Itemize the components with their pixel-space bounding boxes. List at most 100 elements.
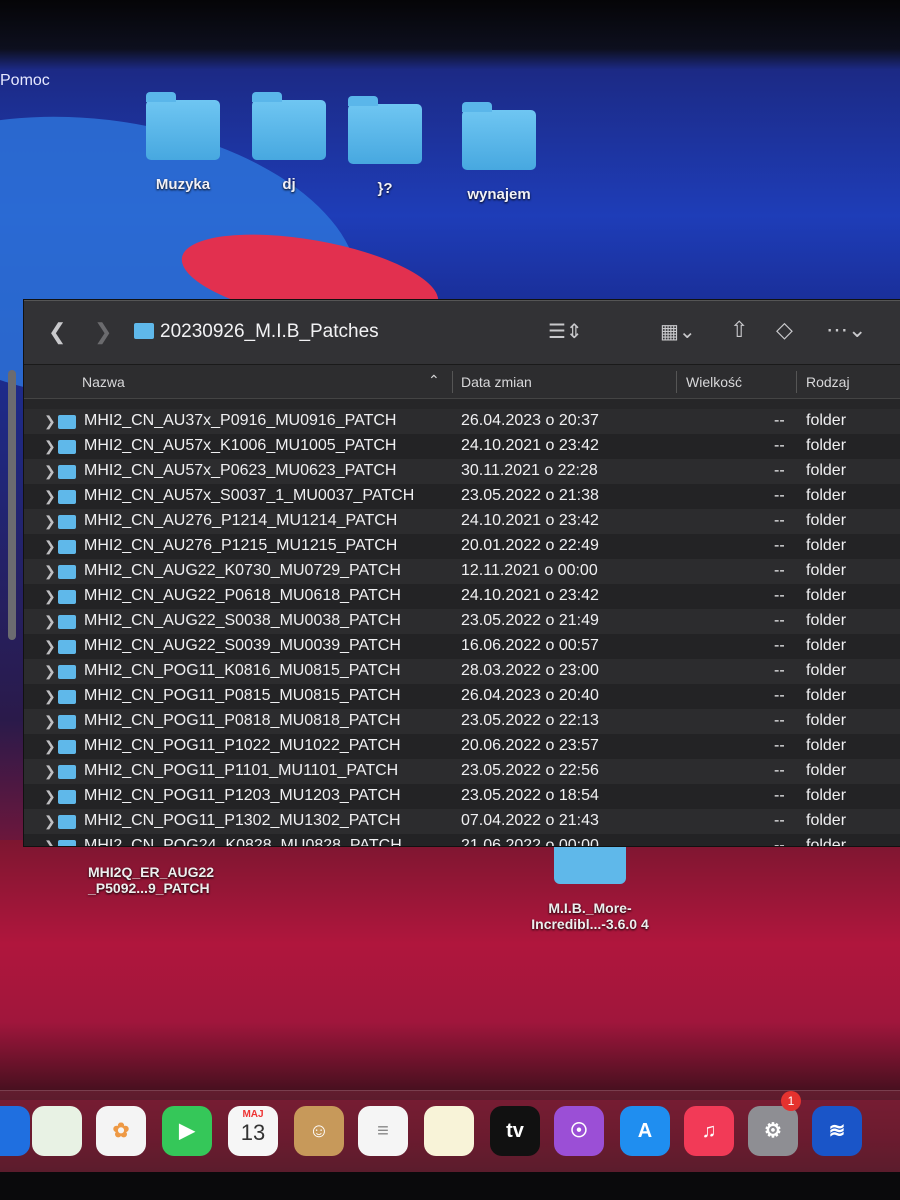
calendar-day: 13	[240, 1120, 266, 1145]
disclosure-chevron-icon[interactable]: ❯	[44, 463, 56, 480]
finder-app-icon[interactable]	[0, 1106, 30, 1156]
row-name: MHI2_CN_POG11_P1302_MU1302_PATCH	[84, 812, 401, 829]
back-icon[interactable]: ❮	[48, 319, 66, 345]
table-row[interactable]: ❯ MHI2_CN_POG11_P1022_MU1022_PATCH 20.06.2…	[24, 734, 900, 759]
desktop-folder-label: dj	[282, 176, 296, 193]
table-row[interactable]: ❯ MHI2_CN_AU276_P1214_MU1214_PATCH 24.10.2…	[24, 509, 900, 534]
folder-icon	[58, 615, 76, 629]
table-row[interactable]: ❯ MHI2_CN_AUG22_S0039_MU0039_PATCH 16.06.2…	[24, 634, 900, 659]
desktop-folder-muzyka[interactable]: Muzyka	[128, 92, 238, 193]
folder-icon	[58, 665, 76, 679]
column-divider[interactable]	[676, 371, 677, 393]
maps-app-icon[interactable]	[32, 1106, 82, 1156]
table-row[interactable]: ❯ MHI2_CN_POG11_P0818_MU0818_PATCH 23.05.2…	[24, 709, 900, 734]
music-app-icon[interactable]: ♫	[684, 1106, 734, 1156]
notes-app-icon[interactable]	[424, 1106, 474, 1156]
column-date[interactable]: Data zmian	[461, 374, 532, 390]
disclosure-chevron-icon[interactable]: ❯	[44, 763, 56, 780]
column-size[interactable]: Wielkość	[686, 374, 742, 390]
disclosure-chevron-icon[interactable]: ❯	[44, 838, 56, 846]
row-size: --	[774, 562, 785, 579]
column-header: Nazwa ⌃ Data zmian Wielkość Rodzaj	[24, 365, 900, 399]
contacts-app-icon[interactable]: ☺	[294, 1106, 344, 1156]
column-kind[interactable]: Rodzaj	[806, 374, 850, 390]
disclosure-chevron-icon[interactable]: ❯	[44, 788, 56, 805]
table-row[interactable]: ❯ MHI2_CN_POG11_P1203_MU1203_PATCH 23.05.2…	[24, 784, 900, 809]
sort-ascending-icon: ⌃	[428, 372, 440, 388]
tag-icon[interactable]: ◇	[776, 317, 793, 343]
podcasts-app-icon[interactable]: ☉	[554, 1106, 604, 1156]
folder-icon	[58, 740, 76, 754]
row-date: 12.11.2021 o 00:00	[461, 562, 598, 579]
desktop-folder-dj[interactable]: dj	[234, 92, 344, 193]
desktop-folder-unnamed[interactable]: }?	[330, 96, 440, 197]
table-row[interactable]: ❯ MHI2_CN_AU37x_P0916_MU0916_PATCH 26.04.2…	[24, 409, 900, 434]
folder-icon	[58, 415, 76, 429]
table-row[interactable]: ❯ MHI2_CN_AU57x_K1006_MU1005_PATCH 24.10.2…	[24, 434, 900, 459]
group-icon[interactable]: ▦⌄	[660, 319, 696, 344]
folder-icon	[58, 515, 76, 529]
disclosure-chevron-icon[interactable]: ❯	[44, 513, 56, 530]
share-icon[interactable]: ⇧	[730, 317, 748, 343]
row-kind: folder	[806, 687, 847, 704]
table-row[interactable]: ❯ MHI2_CN_POG11_P1101_MU1101_PATCH 23.05.2…	[24, 759, 900, 784]
system-settings-icon[interactable]: ⚙	[748, 1106, 798, 1156]
disclosure-chevron-icon[interactable]: ❯	[44, 688, 56, 705]
facetime-app-icon[interactable]: ▶	[162, 1106, 212, 1156]
row-kind: folder	[806, 737, 847, 754]
disclosure-chevron-icon[interactable]: ❯	[44, 438, 56, 455]
calendar-app-icon[interactable]: MAJ 13	[228, 1106, 278, 1156]
siri-app-icon[interactable]: ≋	[812, 1106, 862, 1156]
folder-icon	[462, 102, 536, 170]
row-date: 20.06.2022 o 23:57	[461, 737, 599, 754]
finder-window: ❮ ❯ 20230926_M.I.B_Patches ☰⇕ ▦⌄ ⇧ ◇ ⋯⌄ …	[24, 300, 900, 846]
disclosure-chevron-icon[interactable]: ❯	[44, 613, 56, 630]
row-size: --	[774, 662, 785, 679]
reminders-app-icon[interactable]: ≡	[358, 1106, 408, 1156]
row-size: --	[774, 487, 785, 504]
row-date: 28.03.2022 o 23:00	[461, 662, 599, 679]
disclosure-chevron-icon[interactable]: ❯	[44, 713, 56, 730]
disclosure-chevron-icon[interactable]: ❯	[44, 813, 56, 830]
table-row[interactable]: ❯ MHI2_CN_POG11_K0816_MU0815_PATCH 28.03.2…	[24, 659, 900, 684]
table-row[interactable]: ❯ MHI2_CN_AUG22_K0730_MU0729_PATCH 12.11.2…	[24, 559, 900, 584]
desktop-folder-wynajem[interactable]: wynajem	[444, 102, 554, 203]
screen-bezel-bottom	[0, 1172, 900, 1200]
row-name: MHI2_CN_POG11_P1101_MU1101_PATCH	[84, 762, 399, 779]
disclosure-chevron-icon[interactable]: ❯	[44, 588, 56, 605]
list-view-icon[interactable]: ☰⇕	[548, 319, 583, 344]
column-divider[interactable]	[796, 371, 797, 393]
table-row[interactable]: ❯ MHI2_CN_AU276_P1215_MU1215_PATCH 20.01.2…	[24, 534, 900, 559]
disclosure-chevron-icon[interactable]: ❯	[44, 738, 56, 755]
disclosure-chevron-icon[interactable]: ❯	[44, 663, 56, 680]
desktop-item-mhi2q[interactable]: MHI2Q_ER_AUG22 _P5092...9_PATCH	[88, 864, 214, 896]
row-date: 23.05.2022 o 22:13	[461, 712, 599, 729]
disclosure-chevron-icon[interactable]: ❯	[44, 538, 56, 555]
table-row[interactable]: ❯ MHI2_CN_AUG22_P0618_MU0618_PATCH 24.10.2…	[24, 584, 900, 609]
more-icon[interactable]: ⋯⌄	[826, 317, 866, 343]
column-divider[interactable]	[452, 371, 453, 393]
table-row[interactable]: ❯ MHI2_CN_AU57x_S0037_1_MU0037_PATCH 23.05…	[24, 484, 900, 509]
table-row[interactable]: ❯ MHI2_CN_POG11_P1302_MU1302_PATCH 07.04.2…	[24, 809, 900, 834]
table-row[interactable]: ❯ MHI2_CN_POG11_P0815_MU0815_PATCH 26.04.2…	[24, 684, 900, 709]
table-row[interactable]: ❯ MHI2_CN_POG24_K0828_MU0828_PATCH 21.06.2…	[24, 834, 900, 846]
photos-app-icon[interactable]: ✿	[96, 1106, 146, 1156]
disclosure-chevron-icon[interactable]: ❯	[44, 413, 56, 430]
folder-icon	[58, 565, 76, 579]
disclosure-chevron-icon[interactable]: ❯	[44, 563, 56, 580]
tv-app-icon[interactable]: tv	[490, 1106, 540, 1156]
disclosure-chevron-icon[interactable]: ❯	[44, 488, 56, 505]
row-name: MHI2_CN_POG11_P0818_MU0818_PATCH	[84, 712, 401, 729]
desktop-item-mib-more[interactable]: M.I.B._More- Incredibl...-3.6.0 4	[520, 840, 660, 932]
row-name: MHI2_CN_AUG22_P0618_MU0618_PATCH	[84, 587, 401, 604]
row-size: --	[774, 462, 785, 479]
menu-help[interactable]: Pomoc	[0, 72, 50, 90]
row-date: 23.05.2022 o 18:54	[461, 787, 599, 804]
column-name[interactable]: Nazwa	[82, 374, 125, 390]
scrollbar[interactable]	[8, 370, 16, 640]
forward-icon[interactable]: ❯	[94, 319, 112, 345]
app-store-icon[interactable]: A	[620, 1106, 670, 1156]
table-row[interactable]: ❯ MHI2_CN_AU57x_P0623_MU0623_PATCH 30.11.2…	[24, 459, 900, 484]
table-row[interactable]: ❯ MHI2_CN_AUG22_S0038_MU0038_PATCH 23.05.2…	[24, 609, 900, 634]
disclosure-chevron-icon[interactable]: ❯	[44, 638, 56, 655]
